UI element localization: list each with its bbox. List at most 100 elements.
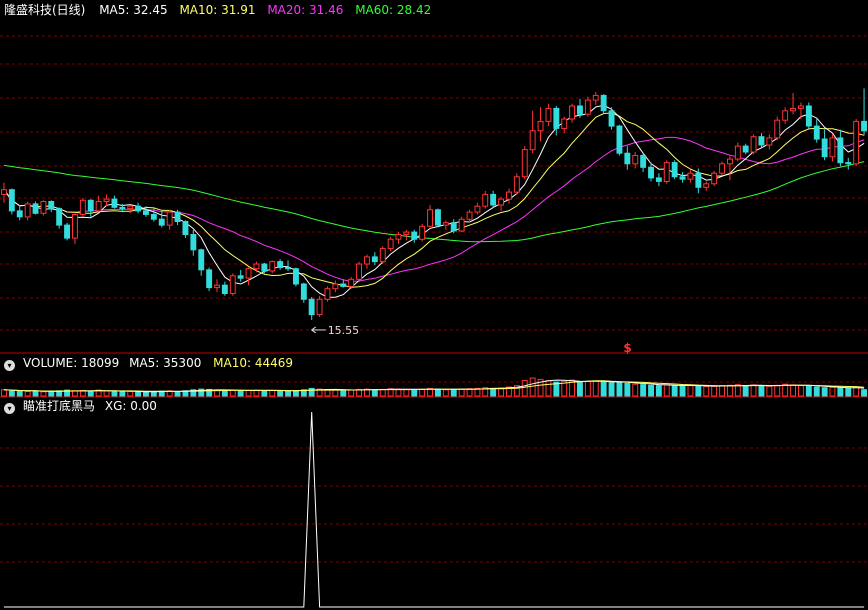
- candle-body: [324, 288, 331, 300]
- candle-body: [798, 105, 804, 109]
- candle-body: [782, 110, 789, 121]
- ma5-path: [3, 104, 865, 298]
- volume-bar: [577, 381, 583, 397]
- candle-body: [758, 136, 765, 146]
- volume-bar: [340, 390, 347, 397]
- candle-body: [119, 206, 126, 210]
- volume-bars: [1, 377, 867, 397]
- candle-body: [158, 218, 165, 226]
- candle-body: [482, 193, 489, 207]
- candle-body: [600, 94, 607, 112]
- volume-bar: [1, 389, 7, 397]
- volume-bar: [143, 391, 149, 397]
- volume-bar: [221, 390, 228, 397]
- volume-bar: [687, 385, 694, 397]
- volume-bar: [616, 381, 623, 397]
- volume-panel-header: ▾ VOLUME: 18099 MA5: 35300 MA10: 44469: [4, 355, 301, 371]
- volume-bar: [40, 391, 47, 397]
- candle-body: [348, 278, 355, 287]
- signal-marker: $: [623, 341, 631, 355]
- candle-body: [253, 263, 260, 270]
- volume-bar: [671, 385, 678, 397]
- volume-bar: [529, 377, 536, 397]
- volume-bar: [758, 385, 765, 397]
- candle-body: [379, 248, 386, 263]
- candle-body: [687, 172, 694, 180]
- volume-bar: [695, 385, 702, 397]
- volume-bar: [214, 390, 221, 397]
- candle-body: [655, 177, 662, 182]
- volume-bar: [805, 385, 812, 397]
- candle-body: [245, 268, 252, 279]
- candle-body: [8, 189, 15, 212]
- candle-body: [853, 120, 860, 165]
- candle-body: [127, 205, 134, 210]
- grid-lines: [0, 35, 868, 563]
- candle-body: [821, 138, 828, 158]
- candle-body: [143, 210, 149, 215]
- candle-body: [466, 211, 473, 220]
- candle-body: [24, 203, 31, 218]
- candle-body: [40, 201, 47, 214]
- candle-body: [632, 155, 639, 165]
- candle-body: [442, 222, 449, 226]
- candle-body: [513, 176, 520, 193]
- ma5-label: MA5: 32.45: [99, 3, 168, 17]
- volume-bar: [734, 384, 741, 397]
- volume-bar: [719, 385, 725, 397]
- volume-bar: [435, 388, 441, 397]
- panel-toggle-icon[interactable]: ▾: [4, 360, 15, 371]
- volume-bar: [277, 390, 284, 397]
- volume-bar: [790, 384, 796, 397]
- volume-bar: [600, 381, 607, 397]
- volume-bar: [324, 389, 331, 397]
- volume-bar: [371, 389, 378, 397]
- candle-body: [229, 275, 236, 294]
- candle-body: [671, 162, 678, 178]
- candle-body: [56, 208, 63, 226]
- volume-bar: [174, 391, 181, 397]
- candle-body: [32, 203, 39, 214]
- volume-bar: [32, 390, 39, 397]
- candle-body: [237, 275, 244, 279]
- candle-body: [805, 105, 812, 127]
- candle-body: [316, 298, 323, 316]
- candle-body: [269, 261, 276, 272]
- volume-bar: [837, 387, 844, 397]
- volume-bar: [584, 380, 591, 397]
- candle-body: [750, 136, 757, 153]
- candle-body: [506, 191, 512, 200]
- candle-body: [474, 205, 481, 213]
- ma60-path: [3, 161, 865, 243]
- candle-body: [103, 198, 110, 203]
- candle-body: [150, 214, 157, 220]
- panel-toggle-icon[interactable]: ▾: [4, 403, 15, 414]
- candle-body: [616, 125, 623, 154]
- volume-bar: [229, 389, 236, 397]
- volume-bar: [711, 385, 718, 397]
- volume-bar: [608, 382, 615, 397]
- candle-body: [734, 145, 741, 160]
- stock-title: 隆盛科技(日线): [4, 3, 86, 17]
- candle-body: [111, 198, 118, 208]
- candle-body: [364, 256, 370, 265]
- candle-body: [308, 298, 315, 316]
- volume-bar: [127, 391, 134, 397]
- volume-bar: [285, 390, 292, 397]
- candle-body: [285, 267, 292, 270]
- volume-bar: [750, 384, 757, 397]
- candle-body: [411, 231, 418, 240]
- indicator-label: 瞄准打底黑马: [23, 399, 96, 413]
- candle-body: [435, 209, 441, 226]
- candle-body: [553, 107, 560, 129]
- candle-body: [608, 110, 615, 127]
- volume-bar: [766, 385, 773, 397]
- candle-body: [395, 234, 402, 240]
- indicator-panel-header: ▾ 瞄准打底黑马 XG: 0.00: [4, 398, 165, 414]
- candle-body: [48, 201, 55, 210]
- volume-bar: [727, 384, 733, 397]
- ma60-line: [3, 161, 865, 243]
- volume-bar: [8, 390, 15, 397]
- volume-ma10-label: MA10: 44469: [213, 356, 294, 370]
- candle-body: [174, 211, 181, 223]
